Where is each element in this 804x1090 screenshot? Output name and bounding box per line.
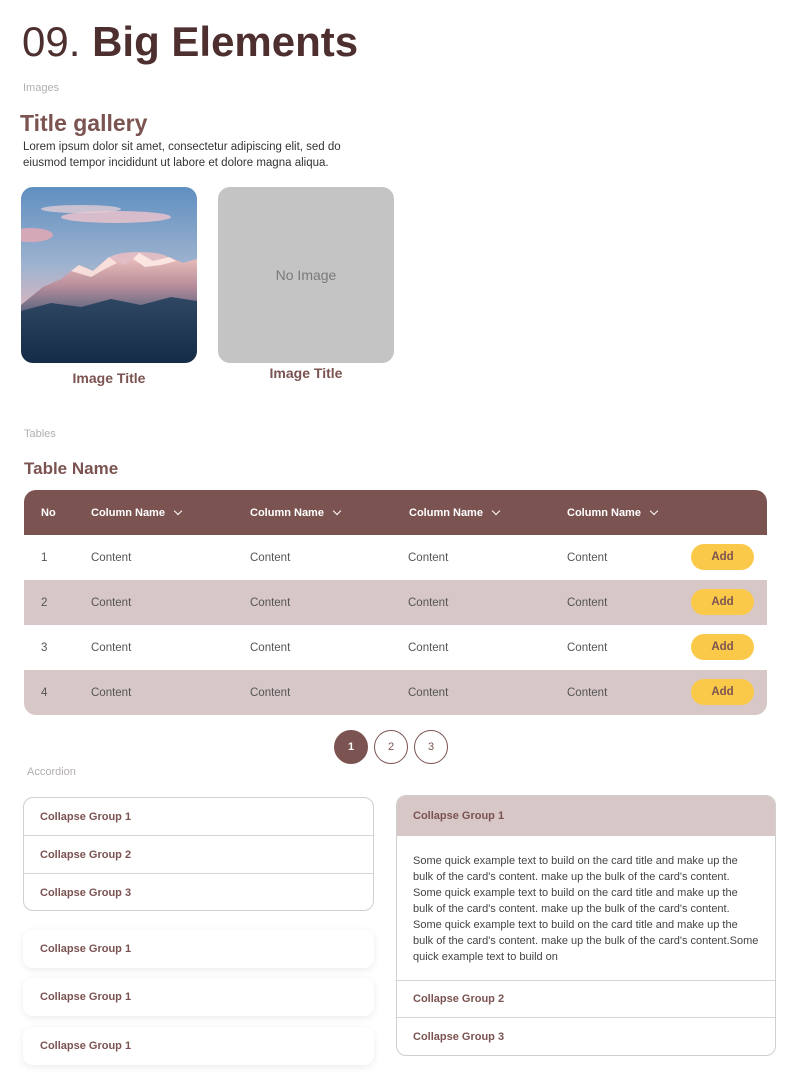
section-label-tables: Tables: [24, 428, 56, 440]
column-header-4[interactable]: Column Name: [567, 490, 659, 535]
accordion-body-text: Some quick example text to build on the …: [397, 836, 775, 981]
table-cell: Content: [408, 596, 449, 609]
table-header: No Column Name Column Name Column Name C…: [24, 490, 767, 535]
table-cell: Content: [567, 686, 608, 699]
add-button[interactable]: Add: [691, 544, 754, 570]
page-button-1[interactable]: 1: [334, 730, 368, 764]
table-cell: Content: [91, 596, 132, 609]
row-number: 3: [41, 641, 48, 654]
accordion-card[interactable]: Collapse Group 1: [23, 930, 374, 968]
section-label-accordion: Accordion: [27, 766, 76, 778]
accordion-item-3[interactable]: Collapse Group 3: [397, 1018, 775, 1055]
chevron-down-icon: [173, 506, 183, 515]
table-cell: Content: [408, 551, 449, 564]
gallery-caption-2: Image Title: [269, 365, 343, 381]
table-row: 4 Content Content Content Content Add: [24, 670, 767, 715]
page-number: 09.: [22, 18, 81, 65]
row-number: 2: [41, 596, 48, 609]
page-button-3[interactable]: 3: [414, 730, 448, 764]
chevron-down-icon: [491, 506, 501, 515]
accordion-card[interactable]: Collapse Group 1: [23, 978, 374, 1016]
gallery-description: Lorem ipsum dolor sit amet, consectetur …: [23, 141, 341, 169]
table-row: 3 Content Content Content Content Add: [24, 625, 767, 670]
add-button[interactable]: Add: [691, 589, 754, 615]
accordion-item-2[interactable]: Collapse Group 2: [24, 836, 373, 874]
table-cell: Content: [408, 686, 449, 699]
table-cell: Content: [250, 551, 291, 564]
column-header-1[interactable]: Column Name: [91, 490, 183, 535]
table-cell: Content: [250, 641, 291, 654]
table-cell: Content: [250, 596, 291, 609]
page-button-2[interactable]: 2: [374, 730, 408, 764]
table-cell: Content: [250, 686, 291, 699]
table-row: 1 Content Content Content Content Add: [24, 535, 767, 580]
table-cell: Content: [408, 641, 449, 654]
row-number: 4: [41, 686, 48, 699]
table-cell: Content: [91, 551, 132, 564]
table-cell: Content: [567, 551, 608, 564]
table-cell: Content: [91, 641, 132, 654]
accordion-item-2[interactable]: Collapse Group 2: [397, 981, 775, 1018]
gallery-image-mountain[interactable]: [21, 187, 197, 363]
page-heading: Big Elements: [92, 18, 359, 65]
page-title: 09. Big Elements: [22, 16, 358, 68]
table-name: Table Name: [24, 459, 119, 478]
accordion-expanded: Collapse Group 1 Some quick example text…: [396, 795, 776, 1056]
section-label-images: Images: [23, 82, 60, 94]
table-cell: Content: [91, 686, 132, 699]
add-button[interactable]: Add: [691, 634, 754, 660]
column-header-no: No: [41, 506, 56, 519]
accordion-card[interactable]: Collapse Group 1: [23, 1027, 374, 1065]
accordion-item-3[interactable]: Collapse Group 3: [24, 874, 373, 910]
table-cell: Content: [567, 596, 608, 609]
gallery-caption-1: Image Title: [72, 370, 146, 386]
accordion-open-header[interactable]: Collapse Group 1: [397, 796, 775, 836]
no-image-text: No Image: [275, 267, 337, 283]
column-header-3[interactable]: Column Name: [409, 490, 501, 535]
add-button[interactable]: Add: [691, 679, 754, 705]
row-number: 1: [41, 551, 48, 564]
table-row: 2 Content Content Content Content Add: [24, 580, 767, 625]
mountain-image: [21, 187, 197, 363]
data-table: No Column Name Column Name Column Name C…: [24, 490, 767, 715]
gallery-image-placeholder[interactable]: No Image: [218, 187, 394, 363]
column-header-2[interactable]: Column Name: [250, 490, 342, 535]
chevron-down-icon: [332, 506, 342, 515]
accordion-group: Collapse Group 1 Collapse Group 2 Collap…: [23, 797, 374, 911]
table-cell: Content: [567, 641, 608, 654]
accordion-item-1[interactable]: Collapse Group 1: [24, 798, 373, 836]
gallery-title: Title gallery: [20, 110, 148, 136]
chevron-down-icon: [649, 506, 659, 515]
